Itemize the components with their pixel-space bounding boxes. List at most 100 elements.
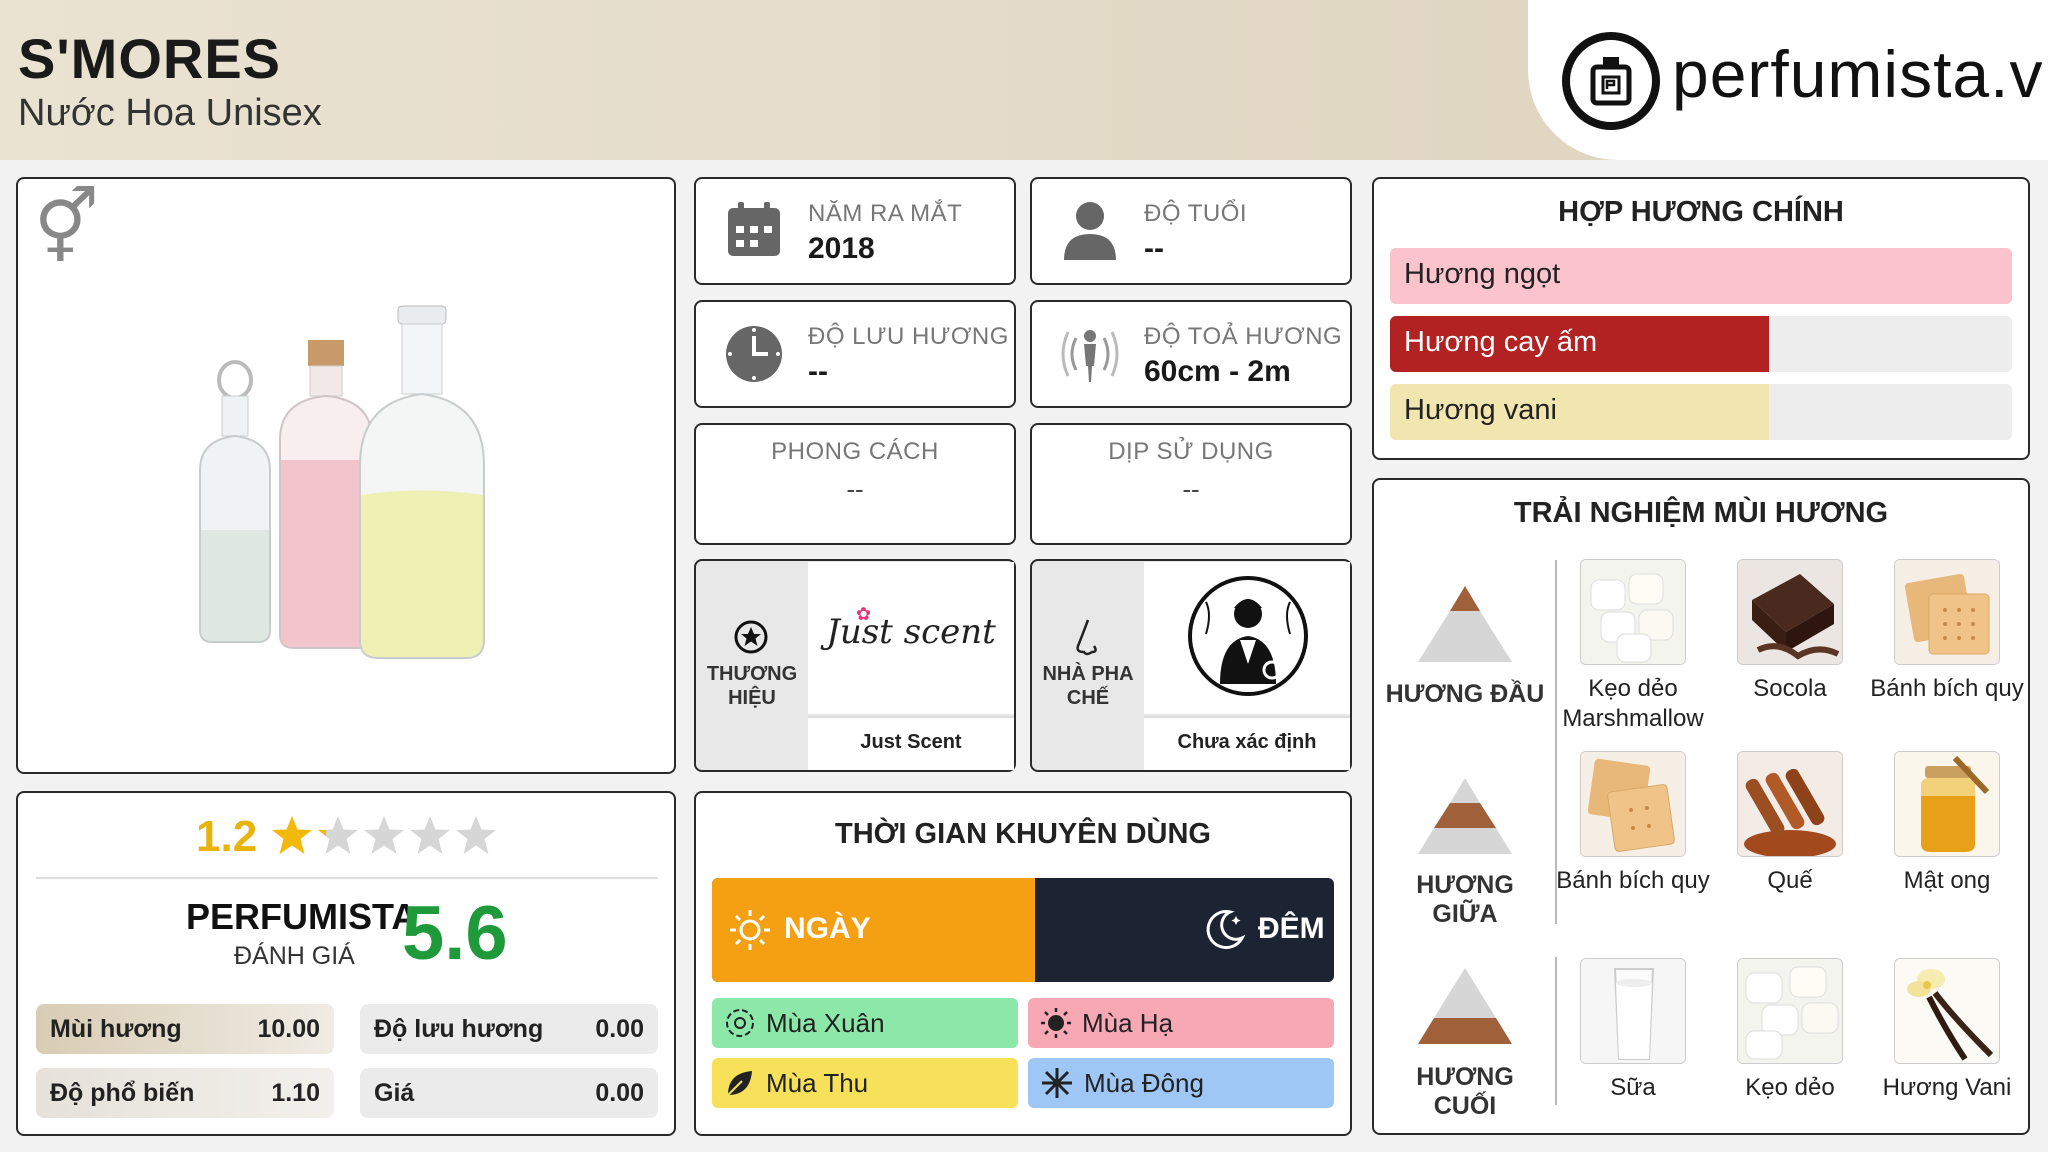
stat-value: 10.00 xyxy=(257,1014,320,1043)
accord-bar: Hương cay ấm xyxy=(1390,316,2012,372)
accord-label: Hương cay ấm xyxy=(1404,326,1598,358)
note-name: Kẹo dẻo Marshmallow xyxy=(1562,675,1704,732)
note-image-honey[interactable] xyxy=(1894,751,2000,857)
star-icon[interactable] xyxy=(408,814,452,858)
perfumer-name[interactable]: Chưa xác định xyxy=(1144,731,1350,754)
stat-popularity: Độ phổ biến 1.10 xyxy=(36,1068,334,1118)
brand-logo: Just scent xyxy=(826,612,996,652)
star-icon[interactable] xyxy=(270,814,314,858)
perfumer-label: NHÀ PHA CHẾ xyxy=(1042,663,1134,709)
accord-label: Hương ngọt xyxy=(1404,258,1561,290)
accord-label: Hương vani xyxy=(1404,394,1557,426)
occasion-value: -- xyxy=(1182,474,1200,504)
stat-price: Giá 0.00 xyxy=(360,1068,658,1118)
accord-bar: Hương ngọt xyxy=(1390,248,2012,304)
season-autumn: Mùa Thu xyxy=(712,1058,1018,1108)
note-name: Hương Vani xyxy=(1882,1074,2012,1101)
age-label: ĐỘ TUỔI xyxy=(1144,200,1248,227)
release-year-label: NĂM RA MẮT xyxy=(808,200,963,227)
calendar-icon xyxy=(728,202,780,256)
flower-logo-icon: ✿ xyxy=(856,604,872,624)
note-image-cinnamon[interactable] xyxy=(1737,751,1843,857)
stat-label: Độ phổ biến xyxy=(50,1078,195,1107)
sillage-label: ĐỘ TOẢ HƯƠNG xyxy=(1144,323,1343,350)
season-label: Mùa Xuân xyxy=(766,1007,885,1038)
star-badge-icon xyxy=(734,620,768,654)
star-icon[interactable] xyxy=(362,814,406,858)
time-title: THỜI GIAN KHUYÊN DÙNG xyxy=(835,818,1211,850)
clock-icon xyxy=(726,326,782,382)
note-name: Quế xyxy=(1767,867,1813,894)
style-label: PHONG CÁCH xyxy=(771,438,939,465)
perfumista-label: PERFUMISTA xyxy=(186,896,418,937)
perfume-subtitle: Nước Hoa Unisex xyxy=(18,92,322,134)
unisex-gender-icon: ⚥ xyxy=(34,188,100,268)
season-spring: Mùa Xuân xyxy=(712,998,1018,1048)
style-value: -- xyxy=(846,474,864,504)
sun-icon xyxy=(1041,1008,1071,1038)
pyramid-title: TRẢI NGHIỆM MÙI HƯƠNG xyxy=(1513,497,1889,529)
note-image-marshmallow[interactable] xyxy=(1580,559,1686,665)
note-image-biscuit[interactable] xyxy=(1894,559,2000,665)
season-winter: Mùa Đông xyxy=(1028,1058,1334,1108)
stat-value: 0.00 xyxy=(595,1014,644,1043)
perfumista-score: 5.6 xyxy=(402,891,508,976)
day-label: NGÀY xyxy=(784,912,871,945)
star-icon[interactable] xyxy=(454,814,498,858)
sun-icon xyxy=(730,910,770,950)
user-rating-score: 1.2 xyxy=(196,812,258,861)
stat-value: 1.10 xyxy=(271,1078,320,1107)
stat-label: Mùi hương xyxy=(50,1014,182,1043)
age-value: -- xyxy=(1144,232,1164,265)
middle-notes-pyramid-icon xyxy=(1418,778,1512,854)
middle-notes-label: HƯƠNG GIỮA xyxy=(1416,871,1514,928)
snowflake-icon xyxy=(1042,1068,1072,1098)
perfumer-avatar xyxy=(1188,576,1308,696)
note-name: Bánh bích quy xyxy=(1556,867,1710,894)
top-notes-pyramid-icon xyxy=(1418,586,1512,662)
star-icon[interactable] xyxy=(316,814,360,858)
perfume-bottle-logo-icon xyxy=(1562,32,1660,130)
perfumista-sublabel: ĐÁNH GIÁ xyxy=(234,942,355,970)
brand-label: THƯƠNG HIỆU xyxy=(706,663,798,709)
note-name: Socola xyxy=(1753,675,1827,702)
flower-icon xyxy=(726,1009,754,1037)
occasion-label: DỊP SỬ DỤNG xyxy=(1108,438,1274,465)
brand-name[interactable]: Just Scent xyxy=(808,731,1014,754)
longevity-value: -- xyxy=(808,355,828,388)
season-label: Mùa Hạ xyxy=(1082,1007,1174,1038)
note-name: Mật ong xyxy=(1903,867,1991,894)
season-summer: Mùa Hạ xyxy=(1028,998,1334,1048)
sillage-icon xyxy=(1061,330,1119,382)
note-image-biscuit[interactable] xyxy=(1580,751,1686,857)
season-label: Mùa Đông xyxy=(1084,1067,1204,1098)
star-rating[interactable] xyxy=(270,814,500,863)
accords-title: HỢP HƯƠNG CHÍNH xyxy=(1558,196,1844,228)
stat-label: Giá xyxy=(374,1078,415,1107)
note-image-milk[interactable] xyxy=(1580,958,1686,1064)
leaf-icon xyxy=(727,1071,752,1096)
release-year-value: 2018 xyxy=(808,232,875,265)
moon-icon xyxy=(1206,910,1246,950)
note-image-chocolate[interactable] xyxy=(1737,559,1843,665)
rating-divider xyxy=(36,877,658,879)
base-notes-label: HƯƠNG CUỐI xyxy=(1416,1063,1514,1120)
stat-label: Độ lưu hương xyxy=(374,1014,544,1043)
season-label: Mùa Thu xyxy=(766,1067,869,1098)
sillage-value: 60cm - 2m xyxy=(1144,355,1291,388)
nose-icon xyxy=(1076,619,1097,656)
person-icon xyxy=(1064,202,1116,260)
note-image-marshmallow[interactable] xyxy=(1737,958,1843,1064)
note-image-vanilla[interactable] xyxy=(1894,958,2000,1064)
note-name: Bánh bích quy xyxy=(1870,675,2024,702)
top-notes-label: HƯƠNG ĐẦU xyxy=(1385,680,1545,708)
accord-bar: Hương vani xyxy=(1390,384,2012,440)
note-name: Kẹo dẻo xyxy=(1745,1074,1835,1101)
stat-scent: Mùi hương 10.00 xyxy=(36,1004,334,1054)
product-bottles-image xyxy=(199,305,485,659)
night-label: ĐÊM xyxy=(1258,912,1325,945)
perfume-title: S'MORES xyxy=(18,27,282,90)
logo-text[interactable]: perfumista.vn xyxy=(1672,36,2048,112)
stat-value: 0.00 xyxy=(595,1078,644,1107)
stat-longevity: Độ lưu hương 0.00 xyxy=(360,1004,658,1054)
